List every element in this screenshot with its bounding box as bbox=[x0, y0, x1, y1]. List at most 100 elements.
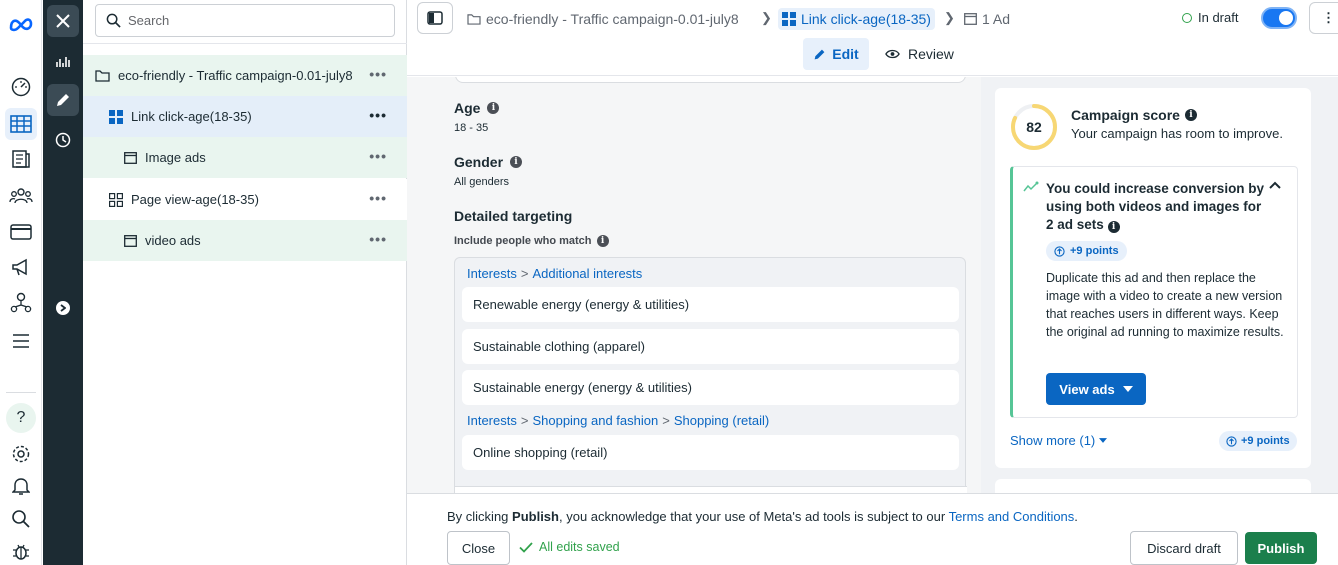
tab-label: Review bbox=[908, 46, 954, 62]
terms-link[interactable]: Terms and Conditions bbox=[949, 509, 1075, 524]
tab-edit[interactable]: Edit bbox=[803, 38, 869, 70]
targeting-item[interactable]: Online shopping (retail) bbox=[462, 435, 959, 470]
campaign-score-panel: 82 Campaign score i Your campaign has ro… bbox=[981, 77, 1338, 499]
edit-pencil-icon[interactable] bbox=[47, 84, 79, 116]
breadcrumb-ad[interactable]: 1 Ad bbox=[964, 8, 1010, 30]
info-icon[interactable]: i bbox=[1184, 109, 1197, 121]
age-label: Age bbox=[454, 100, 481, 116]
arrow-up-circle-icon bbox=[1054, 245, 1065, 257]
chart-icon[interactable] bbox=[47, 45, 79, 77]
info-icon[interactable]: i bbox=[487, 102, 500, 114]
path-segment[interactable]: Interests bbox=[467, 266, 517, 281]
campaigns-table-icon[interactable] bbox=[5, 108, 37, 140]
checkmark-icon bbox=[519, 541, 533, 553]
more-options-icon[interactable]: ••• bbox=[369, 232, 387, 246]
audiences-icon[interactable] bbox=[5, 180, 37, 212]
ad-window-icon bbox=[124, 234, 137, 247]
rail-divider bbox=[6, 392, 36, 393]
info-icon[interactable]: i bbox=[1107, 221, 1120, 233]
editor-footer: By clicking Publish , you acknowledge tha… bbox=[407, 493, 1338, 565]
path-segment[interactable]: Shopping and fashion bbox=[532, 413, 658, 428]
settings-icon[interactable] bbox=[5, 438, 37, 470]
status-dot-icon bbox=[1182, 12, 1192, 23]
targeting-search-input[interactable] bbox=[455, 486, 967, 493]
status-label: In draft bbox=[1198, 10, 1239, 25]
points-badge: +9 points bbox=[1219, 431, 1297, 451]
meta-logo-icon[interactable] bbox=[5, 8, 37, 40]
edit-pencil-icon bbox=[814, 49, 825, 59]
adset-grid-icon bbox=[782, 12, 796, 26]
gender-heading: Gender i bbox=[454, 154, 523, 170]
left-nav-rail: ? bbox=[0, 0, 42, 565]
legal-text: . bbox=[1074, 509, 1078, 524]
tree-item-ad-image[interactable]: Image ads ••• bbox=[83, 137, 407, 178]
dashboard-icon[interactable] bbox=[5, 71, 37, 103]
more-options-icon[interactable]: ••• bbox=[369, 67, 387, 81]
discard-draft-button[interactable]: Discard draft bbox=[1130, 531, 1238, 565]
collapse-chevron-icon[interactable] bbox=[1269, 181, 1281, 189]
accounts-icon[interactable] bbox=[5, 287, 37, 319]
show-more-label: Show more (1) bbox=[1010, 433, 1096, 448]
search-input[interactable]: Search bbox=[95, 4, 395, 37]
publish-button[interactable]: Publish bbox=[1245, 532, 1317, 564]
targeting-path: Interests > Additional interests bbox=[467, 266, 643, 281]
tree-item-adset-page-view[interactable]: Page view-age(18-35) ••• bbox=[83, 179, 407, 220]
close-button[interactable]: Close bbox=[447, 531, 510, 565]
score-heading: Campaign score i bbox=[1071, 107, 1197, 123]
ad-window-icon bbox=[964, 13, 977, 25]
menu-icon[interactable] bbox=[5, 325, 37, 357]
age-value[interactable]: 18 - 35 bbox=[454, 122, 488, 134]
ads-megaphone-icon[interactable] bbox=[5, 251, 37, 283]
more-menu-button[interactable]: ⋮ bbox=[1309, 2, 1338, 34]
recommendation-title: You could increase conversion by using b… bbox=[1046, 180, 1266, 234]
targeting-item[interactable]: Sustainable energy (energy & utilities) bbox=[462, 370, 959, 405]
trend-sparkle-icon bbox=[1023, 181, 1039, 192]
targeting-item[interactable]: Sustainable clothing (apparel) bbox=[462, 329, 959, 364]
sidebar-toggle-icon[interactable] bbox=[417, 2, 453, 34]
pages-icon[interactable] bbox=[5, 143, 37, 175]
points-label: +9 points bbox=[1241, 435, 1290, 447]
notifications-icon[interactable] bbox=[5, 470, 37, 502]
recommendation-body: Duplicate this ad and then replace the i… bbox=[1046, 271, 1284, 339]
billing-icon[interactable] bbox=[5, 216, 37, 248]
score-value: 82 bbox=[1026, 119, 1042, 135]
gender-value[interactable]: All genders bbox=[454, 176, 509, 188]
breadcrumb-adset[interactable]: Link click-age(18-35) bbox=[778, 8, 935, 30]
legal-text: , you acknowledge that your use of Meta'… bbox=[558, 509, 949, 524]
bug-icon[interactable] bbox=[5, 535, 37, 565]
close-icon[interactable] bbox=[47, 5, 79, 37]
tab-review[interactable]: Review bbox=[885, 38, 954, 70]
campaign-score-card: 82 Campaign score i Your campaign has ro… bbox=[995, 88, 1311, 468]
path-segment[interactable]: Additional interests bbox=[532, 266, 642, 281]
detailed-targeting-box: Interests > Additional interests Renewable… bbox=[454, 257, 967, 493]
info-icon[interactable]: i bbox=[596, 235, 609, 247]
caret-down-icon bbox=[1099, 438, 1108, 443]
breadcrumb-campaign[interactable]: eco-friendly - Traffic campaign-0.01-jul… bbox=[467, 8, 739, 30]
tree-item-campaign[interactable]: eco-friendly - Traffic campaign-0.01-jul… bbox=[83, 55, 407, 96]
expand-arrow-icon[interactable] bbox=[47, 292, 79, 324]
targeting-path: Interests > Shopping and fashion > Shopping … bbox=[467, 413, 770, 428]
breadcrumb-label: eco-friendly - Traffic campaign-0.01-jul… bbox=[486, 11, 739, 27]
draft-toggle[interactable] bbox=[1261, 7, 1297, 29]
legal-text: By clicking bbox=[447, 509, 513, 524]
tree-divider bbox=[83, 43, 407, 44]
tree-item-ad-video[interactable]: video ads ••• bbox=[83, 220, 407, 261]
path-segment[interactable]: Shopping (retail) bbox=[674, 413, 769, 428]
more-options-icon[interactable]: ••• bbox=[369, 149, 387, 163]
tree-item-label: Link click-age(18-35) bbox=[131, 109, 252, 124]
view-ads-label: View ads bbox=[1059, 381, 1115, 397]
view-ads-button[interactable]: View ads bbox=[1046, 373, 1146, 405]
campaign-tree-panel: Search eco-friendly - Traffic campaign-0… bbox=[83, 0, 407, 565]
more-options-icon[interactable]: ••• bbox=[369, 108, 387, 122]
show-more-link[interactable]: Show more (1) bbox=[1010, 433, 1108, 448]
path-segment[interactable]: Interests bbox=[467, 413, 517, 428]
recommendation-card: You could increase conversion by using b… bbox=[1010, 166, 1298, 418]
more-options-icon[interactable]: ••• bbox=[369, 191, 387, 205]
help-icon[interactable]: ? bbox=[5, 402, 37, 434]
tree-item-adset-link-click[interactable]: Link click-age(18-35) ••• bbox=[83, 96, 407, 137]
history-clock-icon[interactable] bbox=[47, 124, 79, 156]
search-icon[interactable] bbox=[5, 503, 37, 535]
tab-label: Edit bbox=[832, 46, 859, 62]
targeting-item[interactable]: Renewable energy (energy & utilities) bbox=[462, 287, 959, 322]
info-icon[interactable]: i bbox=[510, 156, 523, 168]
